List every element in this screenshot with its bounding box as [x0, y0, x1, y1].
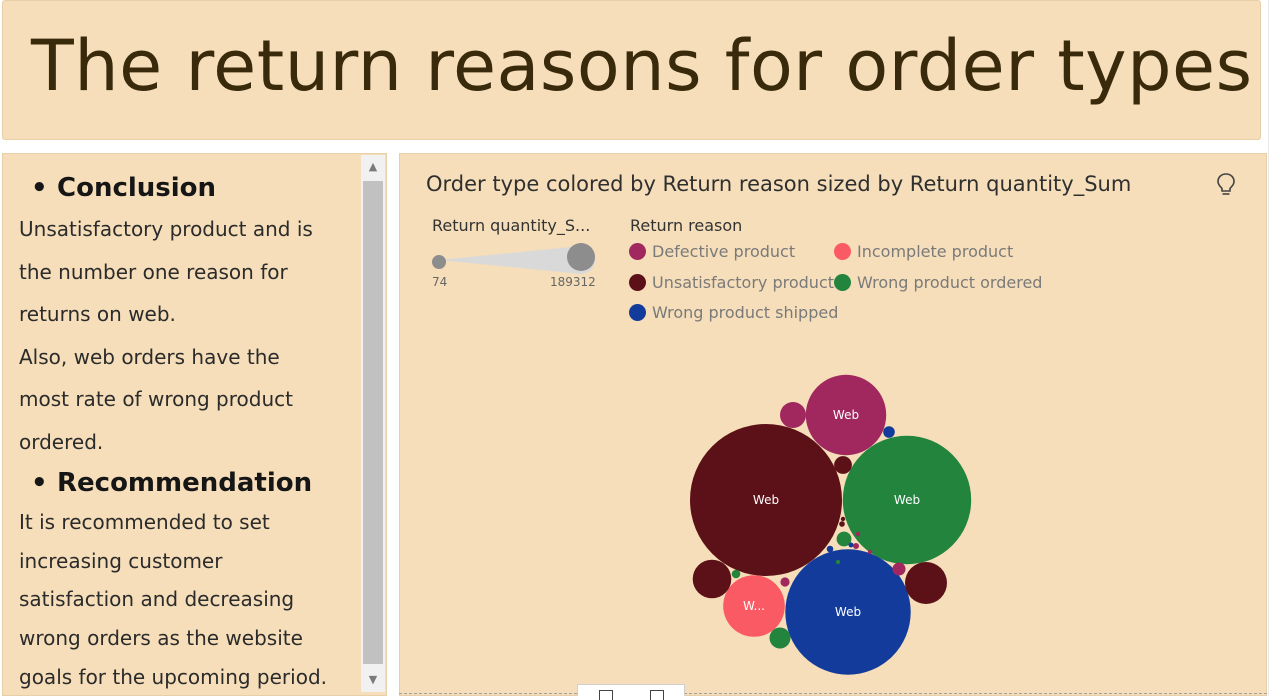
- expand-icon[interactable]: [599, 690, 613, 700]
- conclusion-line: Unsatisfactory product and is: [19, 217, 313, 241]
- conclusion-line: returns on web.: [19, 302, 176, 326]
- text-panel-scrollbar[interactable]: ▲ ▼: [361, 155, 385, 692]
- bubble-unsatisfactory-product[interactable]: [840, 516, 846, 522]
- chart-panel[interactable]: Order type colored by Return reason size…: [399, 153, 1267, 696]
- bubble-wrong-product-shipped[interactable]: [848, 542, 854, 548]
- scroll-thumb[interactable]: [363, 181, 383, 664]
- conclusion-heading-label: Conclusion: [57, 173, 217, 203]
- bubble-unsatisfactory-product[interactable]: [839, 521, 845, 527]
- bubble-defective-product[interactable]: [780, 577, 790, 587]
- bubble-label: Web: [835, 605, 861, 619]
- recommendation-line: wrong orders as the website: [19, 626, 303, 651]
- bubble-wrong-product-ordered[interactable]: [835, 559, 841, 565]
- bottom-toolbar: [577, 684, 685, 700]
- conclusion-heading: • Conclusion: [31, 168, 353, 208]
- conclusion-line: ordered.: [19, 429, 104, 454]
- scroll-up-arrow-icon[interactable]: ▲: [361, 155, 385, 179]
- bubble-wrong-product-shipped[interactable]: [826, 545, 834, 553]
- bubble-defective-product[interactable]: [780, 402, 806, 428]
- conclusion-line: the number one reason for: [19, 259, 288, 284]
- bubble-defective-product[interactable]: [853, 543, 859, 549]
- bubble-label: Web: [833, 408, 859, 422]
- bullet-dot-icon: •: [31, 173, 48, 203]
- text-panel: • Conclusion Unsatisfactory product and i…: [2, 153, 387, 696]
- bubble-chart[interactable]: Web Web Web Web W...: [400, 154, 1266, 695]
- collapse-icon[interactable]: [650, 690, 664, 700]
- bubble-defective-product[interactable]: [867, 549, 873, 555]
- bubble-label: W...: [743, 599, 765, 613]
- recommendation-line: satisfaction and decreasing: [19, 587, 295, 612]
- text-content: • Conclusion Unsatisfactory product and i…: [19, 168, 353, 695]
- recommendation-heading: • Recommendation: [31, 463, 353, 503]
- recommendation-line: increasing customer: [19, 548, 223, 573]
- bubble-wrong-product-ordered[interactable]: [731, 569, 741, 579]
- bubble-label: Web: [753, 493, 779, 507]
- conclusion-line: most rate of wrong product: [19, 387, 293, 411]
- panel-divider: [399, 693, 1267, 694]
- scroll-down-arrow-icon[interactable]: ▼: [361, 668, 385, 692]
- bubble-unsatisfactory-product[interactable]: [905, 562, 947, 604]
- window-edge: [1268, 0, 1280, 696]
- recommendation-heading-label: Recommendation: [57, 468, 313, 498]
- bubble-unsatisfactory-product[interactable]: [692, 559, 732, 599]
- recommendation-line: It is recommended to set: [19, 510, 270, 534]
- bubble-wrong-product-ordered[interactable]: [769, 627, 791, 649]
- bullet-dot-icon: •: [31, 468, 48, 498]
- recommendation-line: goals for the upcoming period.: [19, 664, 327, 689]
- title-panel: The return reasons for order types: [2, 0, 1261, 140]
- bubble-label: Web: [894, 493, 920, 507]
- conclusion-line: Also, web orders have the: [19, 344, 280, 369]
- bubble-defective-product[interactable]: [892, 562, 906, 576]
- bubble-unsatisfactory-product[interactable]: [834, 456, 852, 474]
- page-title: The return reasons for order types: [31, 25, 1253, 107]
- bubble-wrong-product-shipped[interactable]: [883, 426, 895, 438]
- bubble-defective-product[interactable]: [855, 531, 861, 537]
